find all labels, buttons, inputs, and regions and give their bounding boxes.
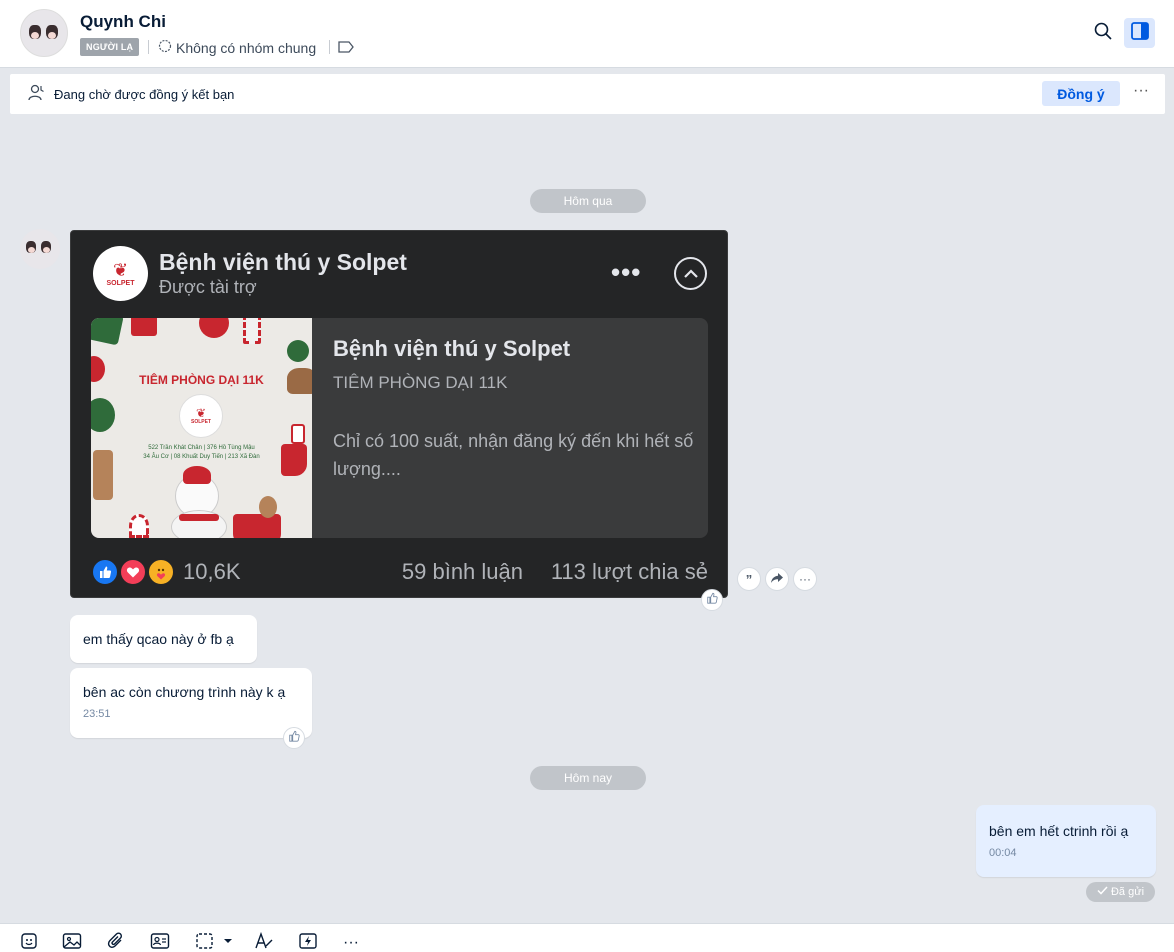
message-bubble[interactable]: em thấy qcao này ở fb ạ <box>70 615 257 663</box>
care-reaction-icon <box>147 558 175 586</box>
reaction-count: 10,6K <box>183 559 241 584</box>
ad-stats: 10,6K 59 bình luận 113 lượt chia sẻ <box>91 556 708 586</box>
more-icon: ··· <box>343 934 359 951</box>
attach-file-button[interactable] <box>105 931 127 952</box>
check-icon <box>1097 886 1108 898</box>
tag-icon[interactable] <box>338 40 354 58</box>
search-icon <box>1094 22 1112 45</box>
quote-icon: ” <box>745 571 753 587</box>
sidebar-toggle-icon <box>1130 21 1149 45</box>
screenshot-icon <box>195 932 233 952</box>
chat-header: Quynh Chi NGƯỜI LẠ Không có nhóm chung <box>0 0 1174 68</box>
more-tools-button[interactable]: ··· <box>340 932 362 952</box>
page-logo: ❦ SOLPET <box>93 246 148 301</box>
paw-icon: ❦ <box>112 259 129 280</box>
send-contact-button[interactable] <box>149 932 171 952</box>
text-format-icon <box>254 931 274 952</box>
share-icon <box>771 572 783 586</box>
ad-preview: TIÊM PHÒNG DẠI 11K ❦ SOLPET 522 Trần Khá… <box>91 318 708 538</box>
ad-headline: Bệnh viện thú y Solpet <box>333 336 571 361</box>
screenshot-button[interactable] <box>193 932 235 952</box>
comment-count: 59 bình luận <box>401 559 523 584</box>
logo-text: SOLPET <box>106 279 135 287</box>
share-count: 113 lượt chia sẻ <box>550 559 708 584</box>
share-button[interactable] <box>765 567 789 591</box>
divider <box>148 40 149 54</box>
ad-subline: TIÊM PHÒNG DẠI 11K <box>333 373 508 392</box>
divider <box>329 40 330 54</box>
like-reaction-icon <box>91 558 119 586</box>
sent-status-badge: Đã gửi <box>1086 882 1155 902</box>
ad-image-logo: ❦ SOLPET <box>179 394 223 438</box>
more-actions-button[interactable]: ··· <box>793 567 817 591</box>
logo-text: SOLPET <box>190 419 211 425</box>
sticker-icon <box>20 932 38 952</box>
quote-button[interactable]: ” <box>737 567 761 591</box>
like-icon <box>288 729 300 747</box>
attachment-icon <box>107 931 125 952</box>
common-groups[interactable]: Không có nhóm chung <box>158 39 316 56</box>
message-text: bên ac còn chương trình này k ạ <box>83 684 286 700</box>
ad-image: TIÊM PHÒNG DẠI 11K ❦ SOLPET 522 Trần Khá… <box>91 318 312 538</box>
sender-avatar[interactable] <box>20 229 60 269</box>
message-bubble[interactable]: bên ac còn chương trình này k ạ 23:51 <box>70 668 312 738</box>
friend-request-status: Đang chờ được đồng ý kết bạn <box>54 87 235 102</box>
more-options-button[interactable]: ··· <box>1128 82 1154 106</box>
date-separator: Hôm nay <box>530 766 646 790</box>
sent-status-label: Đã gửi <box>1110 886 1145 898</box>
search-button[interactable] <box>1090 20 1116 46</box>
image-icon <box>62 932 82 952</box>
like-icon <box>706 591 718 609</box>
more-icon: ··· <box>799 572 811 586</box>
common-groups-label: Không có nhóm chung <box>176 39 317 56</box>
message-time: 23:51 <box>83 708 111 720</box>
accept-friend-button[interactable]: Đồng ý <box>1042 81 1120 106</box>
ad-image-address: 34 Âu Cơ | 08 Khuất Duy Tiến | 213 Xã Đà… <box>143 454 260 460</box>
quick-message-button[interactable] <box>297 932 319 952</box>
ad-page-name: Bệnh viện thú y Solpet <box>159 249 407 275</box>
composer-toolbar: ··· <box>0 923 1174 952</box>
date-separator: Hôm qua <box>530 189 646 213</box>
ad-body: Chỉ có 100 suất, nhận đăng ký đến khi hế… <box>333 431 694 479</box>
stranger-badge: NGƯỜI LẠ <box>80 38 140 56</box>
quick-message-icon <box>298 932 318 952</box>
contact-avatar[interactable] <box>20 9 68 57</box>
friend-request-bar: Đang chờ được đồng ý kết bạn Đồng ý ··· <box>10 74 1165 114</box>
react-like-button[interactable] <box>283 727 305 749</box>
toggle-info-panel-button[interactable] <box>1124 18 1155 48</box>
collapse-icon <box>674 257 707 290</box>
sticker-button[interactable] <box>18 932 40 952</box>
contact-card-icon <box>150 932 170 952</box>
react-like-button[interactable] <box>701 589 723 611</box>
message-time: 00:04 <box>989 847 1017 859</box>
text-format-button[interactable] <box>253 931 275 952</box>
send-image-button[interactable] <box>61 932 83 952</box>
message-text: bên em hết ctrinh rồi ạ <box>989 823 1129 839</box>
group-icon <box>158 39 172 56</box>
contact-name[interactable]: Quynh Chi <box>80 12 166 32</box>
shared-ad-card[interactable]: ❦ SOLPET Bệnh viện thú y Solpet Được tài… <box>70 230 728 598</box>
message-text: em thấy qcao này ở fb ạ <box>83 631 234 647</box>
sponsored-label: Được tài trợ <box>159 277 257 297</box>
more-icon: ••• <box>611 257 642 287</box>
ad-image-title: TIÊM PHÒNG DẠI 11K <box>139 373 264 387</box>
my-message-bubble[interactable]: bên em hết ctrinh rồi ạ 00:04 <box>976 805 1156 877</box>
ad-image-address: 522 Trần Khát Chân | 376 Hồ Tùng Mậu <box>148 445 255 451</box>
scrollbar-track[interactable] <box>1168 68 1174 923</box>
paw-icon: ❦ <box>195 406 207 420</box>
user-pending-icon <box>28 84 46 107</box>
love-reaction-icon <box>119 558 147 586</box>
